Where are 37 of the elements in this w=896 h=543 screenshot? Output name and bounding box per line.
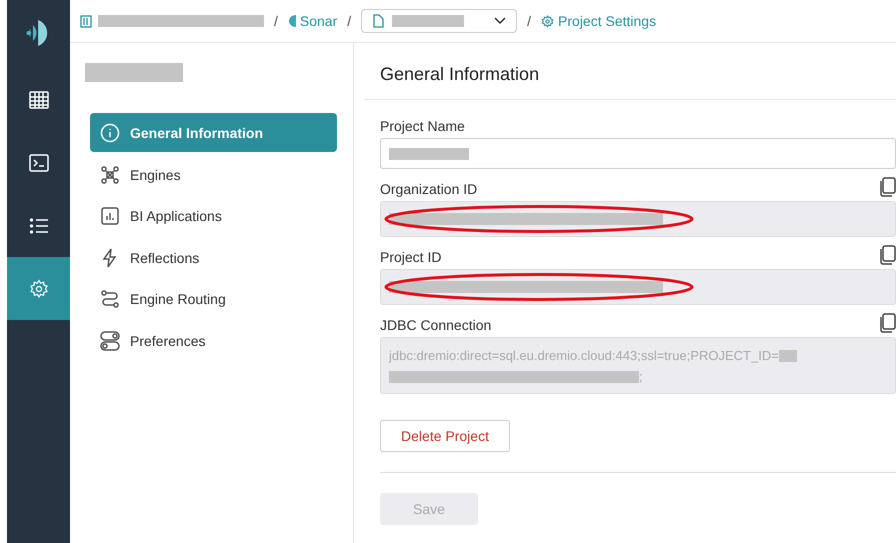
nav-item[interactable]: Reflections bbox=[90, 237, 337, 278]
logo-icon bbox=[288, 15, 296, 27]
terminal-icon bbox=[28, 152, 48, 172]
delete-project-button[interactable]: Delete Project bbox=[380, 420, 510, 452]
field-label: Project ID bbox=[380, 249, 442, 265]
chart-icon bbox=[100, 206, 120, 226]
building-icon bbox=[80, 14, 92, 28]
table-icon bbox=[28, 90, 48, 110]
route-icon bbox=[100, 289, 120, 310]
info-icon bbox=[100, 122, 120, 142]
breadcrumb-separator: / bbox=[347, 13, 352, 29]
input-field[interactable] bbox=[380, 269, 896, 305]
project-settings-link[interactable]: Project Settings bbox=[541, 13, 656, 29]
breadcrumb-separator: / bbox=[527, 13, 532, 29]
input-field[interactable] bbox=[380, 201, 896, 237]
nav-item[interactable]: BI Applications bbox=[90, 196, 337, 237]
input-field[interactable] bbox=[380, 138, 896, 169]
breadcrumb-separator: / bbox=[274, 13, 278, 29]
settings-icon bbox=[28, 278, 48, 298]
space-link[interactable]: Sonar bbox=[288, 13, 338, 29]
nav-item[interactable]: Engines bbox=[90, 154, 337, 196]
field-label: JDBC Connection bbox=[380, 317, 492, 333]
copy-icon[interactable] bbox=[878, 245, 896, 265]
field-label: Organization ID bbox=[380, 181, 478, 197]
network-icon bbox=[100, 164, 120, 185]
copy-icon[interactable] bbox=[878, 313, 896, 333]
field-label: Project Name bbox=[380, 118, 465, 134]
toggle-icon bbox=[100, 330, 120, 351]
document-icon bbox=[372, 14, 384, 28]
section-title: General Information bbox=[364, 43, 896, 100]
list-icon bbox=[28, 216, 48, 236]
settings-icon bbox=[541, 14, 554, 28]
nav-item[interactable]: General Information bbox=[90, 113, 337, 152]
copy-icon[interactable] bbox=[878, 177, 896, 197]
nav-item[interactable]: Preferences bbox=[90, 320, 337, 362]
chevron-down-icon bbox=[494, 17, 506, 25]
nav-item[interactable]: Engine Routing bbox=[90, 278, 337, 320]
